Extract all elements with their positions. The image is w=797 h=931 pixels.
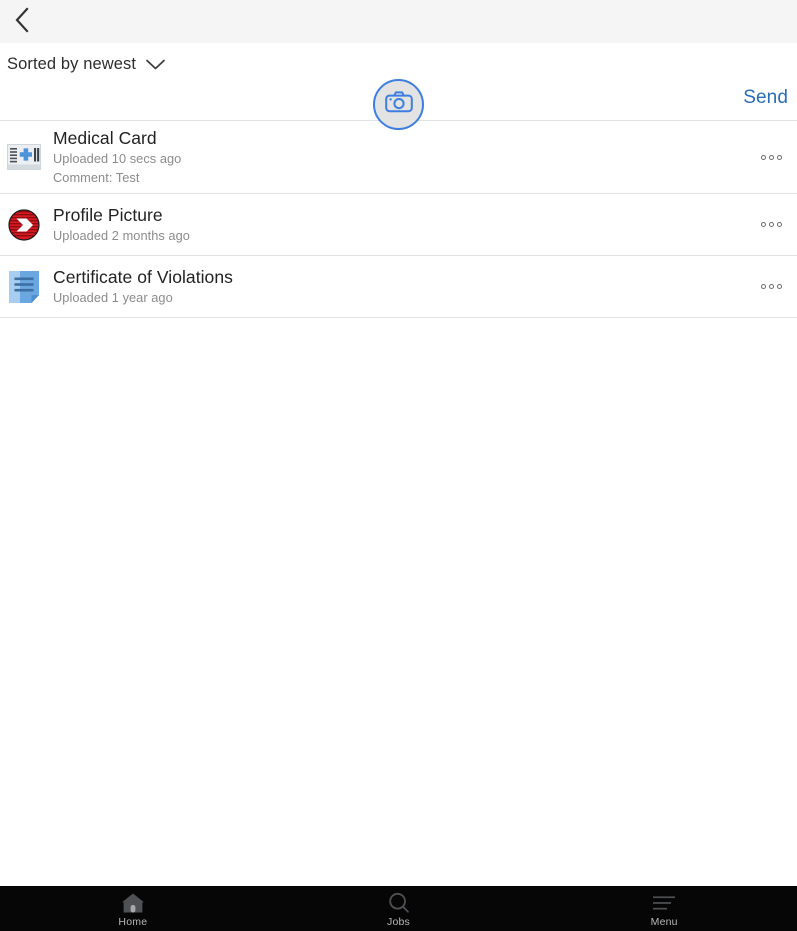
nav-item-jobs[interactable]: Jobs bbox=[266, 886, 532, 931]
more-horizontal-icon bbox=[760, 222, 782, 227]
list-item-text: Profile Picture Uploaded 2 months ago bbox=[53, 204, 745, 246]
camera-capture-button[interactable] bbox=[373, 79, 424, 130]
list-item[interactable]: Certificate of Violations Uploaded 1 yea… bbox=[0, 256, 797, 318]
list-item-text: Certificate of Violations Uploaded 1 yea… bbox=[53, 266, 745, 308]
documents-list: Medical Card Uploaded 10 secs ago Commen… bbox=[0, 121, 797, 318]
medical-card-icon bbox=[7, 140, 41, 174]
more-horizontal-icon bbox=[760, 284, 782, 289]
document-uploaded: Uploaded 10 secs ago bbox=[53, 151, 182, 167]
certificate-document-icon bbox=[7, 270, 41, 304]
more-options-button[interactable] bbox=[745, 256, 797, 317]
nav-label-menu: Menu bbox=[650, 915, 678, 928]
profile-picture-icon bbox=[7, 208, 41, 242]
nav-label-home: Home bbox=[118, 915, 148, 928]
back-button[interactable] bbox=[4, 4, 40, 40]
sort-label: Sorted by newest bbox=[7, 55, 137, 73]
document-title: Profile Picture bbox=[53, 204, 163, 225]
more-options-button[interactable] bbox=[745, 121, 797, 193]
top-app-bar bbox=[0, 0, 797, 43]
document-title: Certificate of Violations bbox=[53, 266, 233, 287]
search-icon bbox=[388, 892, 410, 914]
document-uploaded: Uploaded 2 months ago bbox=[53, 228, 190, 244]
nav-item-menu[interactable]: Menu bbox=[531, 886, 797, 931]
nav-label-jobs: Jobs bbox=[387, 915, 410, 928]
chevron-left-icon bbox=[14, 6, 30, 38]
camera-icon bbox=[384, 90, 413, 119]
nav-item-home[interactable]: Home bbox=[0, 886, 266, 931]
list-item[interactable]: Medical Card Uploaded 10 secs ago Commen… bbox=[0, 121, 797, 194]
list-item[interactable]: Profile Picture Uploaded 2 months ago bbox=[0, 194, 797, 256]
chevron-down-icon bbox=[145, 58, 166, 71]
document-comment: Comment: Test bbox=[53, 170, 140, 186]
more-options-button[interactable] bbox=[745, 194, 797, 255]
home-icon bbox=[121, 892, 145, 914]
list-item-text: Medical Card Uploaded 10 secs ago Commen… bbox=[53, 127, 745, 188]
document-uploaded: Uploaded 1 year ago bbox=[53, 290, 173, 306]
action-bar: Send bbox=[0, 79, 797, 130]
bottom-navigation-bar: Home Jobs Menu bbox=[0, 886, 797, 931]
send-button[interactable]: Send bbox=[743, 87, 788, 109]
more-horizontal-icon bbox=[760, 154, 782, 160]
hamburger-menu-icon bbox=[652, 892, 676, 914]
